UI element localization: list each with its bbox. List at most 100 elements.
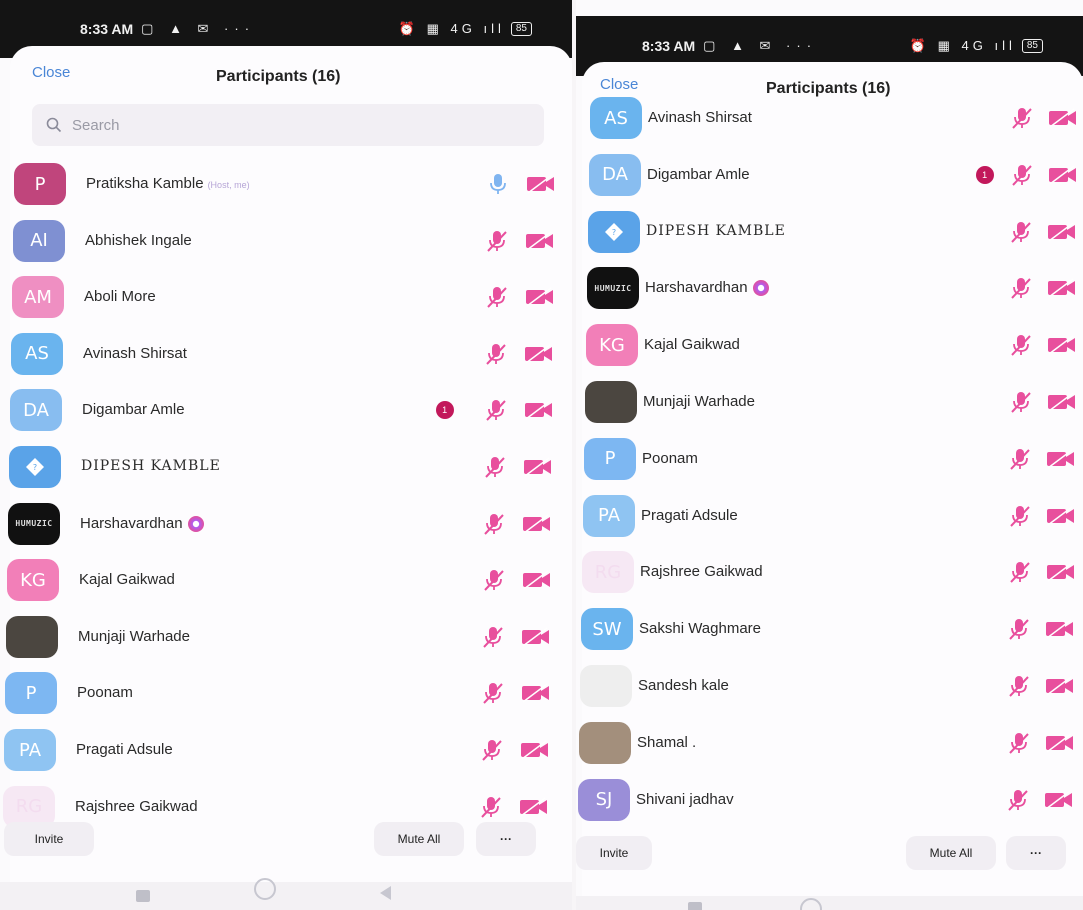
participant-row[interactable]: AI Abhishek Ingale <box>10 213 572 269</box>
video-off-icon[interactable] <box>522 513 552 539</box>
video-off-icon[interactable] <box>1044 789 1074 815</box>
microphone-muted-icon[interactable] <box>1010 163 1034 192</box>
microphone-muted-icon[interactable] <box>1009 220 1033 249</box>
video-off-icon[interactable] <box>1047 278 1077 303</box>
home-icon[interactable] <box>254 878 276 900</box>
microphone-muted-icon[interactable] <box>1008 447 1032 476</box>
microphone-muted-icon[interactable] <box>1010 106 1034 135</box>
participant-row[interactable]: SW Sakshi Waghmare <box>581 601 1083 657</box>
more-button[interactable]: ··· <box>1006 836 1066 870</box>
microphone-muted-icon[interactable] <box>485 229 509 258</box>
video-off-icon[interactable] <box>526 174 556 199</box>
avatar: AS <box>590 97 642 139</box>
participant-row[interactable]: P Poonam <box>582 431 1083 487</box>
video-off-icon[interactable] <box>1046 449 1076 474</box>
participant-row[interactable]: Munjaji Warhade <box>6 609 572 665</box>
video-off-icon[interactable] <box>525 230 555 256</box>
close-button[interactable]: Close <box>32 64 70 81</box>
video-off-icon[interactable] <box>1046 562 1076 587</box>
participant-row[interactable]: P Poonam <box>5 665 572 721</box>
video-off-icon[interactable] <box>1045 676 1075 701</box>
participant-name: Pratiksha Kamble (Host, me) <box>86 175 250 192</box>
microphone-muted-icon[interactable] <box>1008 560 1032 589</box>
participant-row[interactable]: HUMUZIC Harshavardhan <box>8 496 572 552</box>
participant-row[interactable]: AS Avinash Shirsat <box>10 326 572 382</box>
microphone-muted-icon[interactable] <box>1009 390 1033 419</box>
video-off-icon[interactable] <box>1048 108 1078 133</box>
microphone-muted-icon[interactable] <box>484 398 508 427</box>
video-off-icon[interactable] <box>524 400 554 425</box>
participant-name-text: Pratiksha Kamble <box>86 175 204 192</box>
microphone-muted-icon[interactable] <box>1009 333 1033 362</box>
recents-icon[interactable] <box>136 890 150 902</box>
microphone-muted-icon[interactable] <box>1007 617 1031 646</box>
microphone-muted-icon[interactable] <box>482 568 506 597</box>
mute-all-button[interactable]: Mute All <box>374 822 464 856</box>
microphone-muted-icon[interactable] <box>479 795 503 824</box>
participant-row[interactable]: RG Rajshree Gaikwad <box>582 544 1083 600</box>
more-button[interactable]: ··· <box>476 822 536 856</box>
video-off-icon[interactable] <box>1045 619 1075 644</box>
search-input[interactable]: Search <box>32 104 544 146</box>
video-off-icon[interactable] <box>1045 733 1075 758</box>
microphone-muted-icon[interactable] <box>480 738 504 767</box>
invite-button[interactable]: Invite <box>576 836 652 870</box>
video-off-icon[interactable] <box>522 570 552 595</box>
video-off-icon[interactable] <box>519 796 549 822</box>
participant-row[interactable]: PA Pragati Adsule <box>582 488 1083 544</box>
system-status-icons: ⏰ ▦ 4G ıll <box>909 38 1016 53</box>
participant-row[interactable]: P Pratiksha Kamble (Host, me) <box>10 156 572 212</box>
participant-row[interactable]: DA Digambar Amle 1 <box>582 147 1083 203</box>
avatar: AS <box>11 332 63 375</box>
participant-row[interactable]: Munjaji Warhade <box>582 374 1083 430</box>
microphone-muted-icon[interactable] <box>483 455 507 484</box>
participant-row[interactable]: AM Aboli More <box>10 269 572 325</box>
video-off-icon[interactable] <box>1047 221 1077 247</box>
participant-row[interactable]: ? DIPESH KAMBLE <box>9 439 572 495</box>
invite-button[interactable]: Invite <box>4 822 94 856</box>
participant-row[interactable]: Sandesh kale <box>580 658 1083 714</box>
microphone-icon[interactable] <box>486 172 510 201</box>
microphone-muted-icon[interactable] <box>481 625 505 654</box>
participant-row[interactable]: AS Avinash Shirsat <box>582 90 1083 146</box>
participant-name: Pragati Adsule <box>76 741 173 758</box>
microphone-muted-icon[interactable] <box>1008 504 1032 533</box>
microphone-muted-icon[interactable] <box>482 512 506 541</box>
video-off-icon[interactable] <box>1047 335 1077 360</box>
microphone-muted-icon[interactable] <box>1009 276 1033 305</box>
mute-all-button[interactable]: Mute All <box>906 836 996 870</box>
participant-name-text: Pragati Adsule <box>76 741 173 758</box>
microphone-muted-icon[interactable] <box>1006 788 1030 817</box>
microphone-muted-icon[interactable] <box>1007 674 1031 703</box>
video-off-icon[interactable] <box>1048 165 1078 190</box>
video-off-icon[interactable] <box>520 740 550 765</box>
back-icon[interactable] <box>380 886 391 900</box>
microphone-muted-icon[interactable] <box>484 342 508 371</box>
participant-name-text: Aboli More <box>84 288 156 306</box>
instagram-icon <box>752 280 769 297</box>
avatar: HUMUZIC <box>587 267 639 310</box>
recents-icon[interactable] <box>688 902 702 910</box>
microphone-muted-icon[interactable] <box>481 681 505 710</box>
participant-row[interactable]: SJ Shivani jadhav <box>578 772 1083 828</box>
participant-row[interactable]: DA Digambar Amle 1 <box>10 382 572 438</box>
footer-bar: Invite Mute All ··· <box>4 822 572 870</box>
home-icon[interactable] <box>800 898 822 910</box>
video-off-icon[interactable] <box>1047 392 1077 417</box>
microphone-muted-icon[interactable] <box>485 285 509 314</box>
video-off-icon[interactable] <box>521 683 551 708</box>
participant-row[interactable]: KG Kajal Gaikwad <box>582 317 1083 373</box>
avatar: AI <box>13 219 65 262</box>
video-off-icon[interactable] <box>1046 505 1076 531</box>
participant-row[interactable]: HUMUZIC Harshavardhan <box>582 260 1083 316</box>
participant-row[interactable]: KG Kajal Gaikwad <box>7 552 572 608</box>
participant-row[interactable]: PA Pragati Adsule <box>4 722 572 778</box>
avatar <box>6 615 58 658</box>
video-off-icon[interactable] <box>523 457 553 482</box>
microphone-muted-icon[interactable] <box>1007 731 1031 760</box>
participant-row[interactable]: Shamal . <box>579 715 1083 771</box>
video-off-icon[interactable] <box>525 287 555 312</box>
video-off-icon[interactable] <box>521 627 551 652</box>
participant-row[interactable]: ? DIPESH KAMBLE <box>582 204 1083 260</box>
video-off-icon[interactable] <box>524 344 554 369</box>
